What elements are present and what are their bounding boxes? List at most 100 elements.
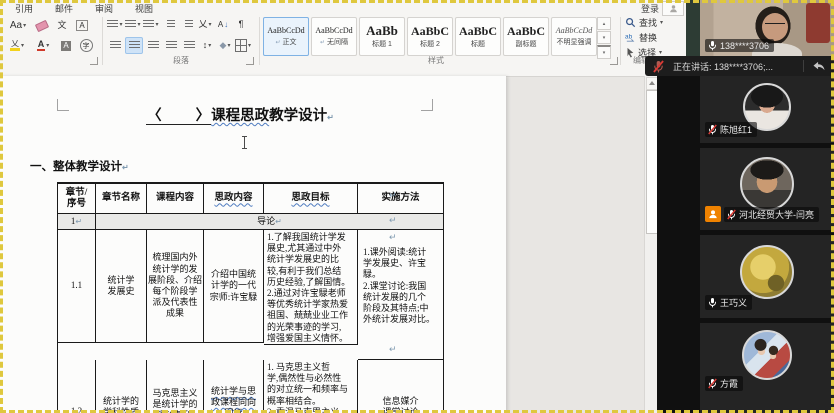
tab-mailings[interactable]: 邮件 bbox=[44, 0, 84, 17]
highlight-button[interactable]: 乂▾ bbox=[6, 38, 28, 53]
section-heading: 一、整体教学设计↵ bbox=[30, 158, 129, 174]
enclose-char-button[interactable]: 字 bbox=[78, 38, 94, 53]
change-case-button[interactable]: Aa▾ bbox=[6, 18, 30, 33]
header-cell: 思政目标 bbox=[264, 184, 358, 214]
table-row: 1.1 统计学 发展史 梳理国内外 统计学的发 展阶段、介绍 每个阶段学 派及代… bbox=[58, 230, 444, 360]
cell-methods: 信息媒介 课堂讨论 bbox=[358, 360, 444, 413]
increase-indent-button[interactable] bbox=[179, 17, 195, 32]
participant-name-chip: 陈旭红1 bbox=[705, 122, 757, 137]
bullet-list-button[interactable]: ▾ bbox=[107, 17, 123, 32]
participant-tile[interactable]: 河北经贸大学-闫亮 bbox=[700, 148, 834, 230]
header-cell: 实施方法 bbox=[358, 184, 444, 214]
styles-dialog-launcher[interactable] bbox=[610, 57, 618, 65]
document-title: 〈〉课程思政教学设计↵ bbox=[0, 104, 480, 125]
cell-content: 梳理国内外 统计学的发 展阶段、介绍 每个阶段学 派及代表性 成果 bbox=[147, 230, 204, 343]
header-cell: 课程内容 bbox=[147, 184, 204, 214]
tab-view[interactable]: 视图 bbox=[124, 0, 164, 17]
style-normal[interactable]: AaBbCcDd ↵ 正文 bbox=[263, 17, 309, 56]
cell-goals: 1.了解我国统计学发 展史,尤其通过中外 统计学发展史的比 较,有利于我们总结 … bbox=[264, 230, 358, 345]
row-end-mark: ↵ bbox=[389, 190, 397, 201]
border-grid-icon bbox=[235, 39, 247, 52]
cell-ideology: 统计学与思 政课程同向 同行 bbox=[204, 360, 264, 413]
participant-name-chip: 王巧义 bbox=[705, 295, 752, 310]
speaking-indicator bbox=[705, 206, 721, 222]
distribute-button[interactable] bbox=[181, 38, 197, 53]
styles-scroll-up[interactable]: ▴ bbox=[597, 17, 611, 30]
cell-id: 1.2 bbox=[58, 360, 96, 413]
styles-group-label: 样式 bbox=[260, 55, 612, 66]
document-page[interactable]: 〈〉课程思政教学设计↵ 一、整体教学设计↵ 章节/ 序号 章节名称 课程内容 思… bbox=[0, 76, 506, 413]
styles-scroll-down[interactable]: ▾ bbox=[597, 31, 611, 44]
participant-tile[interactable]: 方霞 bbox=[700, 323, 834, 413]
paragraph-row1: ▾ ▾ ▾ 乂▾ A↓ ¶ bbox=[107, 17, 249, 32]
person-icon bbox=[708, 209, 718, 219]
cell-ideology: 介绍中国统 计学的一代 宗师:许宝騄 bbox=[204, 230, 264, 343]
table-header-row: 章节/ 序号 章节名称 课程内容 思政内容 思政目标 实施方法 bbox=[58, 184, 444, 214]
char-border-button[interactable]: A bbox=[74, 18, 90, 33]
participant-tile[interactable]: 王巧义 bbox=[700, 235, 834, 318]
background-object bbox=[806, 3, 830, 43]
borders-button[interactable]: ▾ bbox=[235, 38, 251, 53]
decrease-indent-button[interactable] bbox=[161, 17, 177, 32]
style-heading1[interactable]: AaBb 标题 1 bbox=[359, 17, 405, 56]
mic-muted-icon bbox=[708, 378, 717, 389]
video-tile-speaker[interactable]: 138****3706 bbox=[700, 0, 834, 57]
style-no-spacing[interactable]: AaBbCcDd ↵ 无间隔 bbox=[311, 17, 357, 56]
course-design-table[interactable]: 章节/ 序号 章节名称 课程内容 思政内容 思政目标 实施方法 1↵ 导论↵ 1… bbox=[57, 182, 444, 413]
cell-content: 马克思主义 是统计学的 理论基础 bbox=[147, 360, 204, 413]
style-subtle-emphasis[interactable]: AaBbCcDd 不明显强调 bbox=[551, 17, 597, 56]
cell-name: 统计学的 学科性质 bbox=[96, 360, 147, 413]
styles-gallery: AaBbCcDd ↵ 正文 AaBbCcDd ↵ 无间隔 AaBb 标题 1 A… bbox=[263, 17, 597, 56]
char-shading-button[interactable]: A bbox=[58, 38, 74, 53]
glasses bbox=[765, 23, 785, 28]
word-window: 引用 邮件 审阅 视图 登录 Aa▾ 文 A 乂▾ A▾ A 字 bbox=[0, 0, 686, 413]
vertical-scrollbar[interactable] bbox=[644, 76, 658, 413]
align-right-button[interactable] bbox=[145, 38, 161, 53]
font-dialog-launcher[interactable] bbox=[90, 57, 98, 65]
paragraph-dialog-launcher[interactable] bbox=[246, 57, 254, 65]
mic-on-icon bbox=[708, 297, 717, 308]
screen-share-view: 引用 邮件 审阅 视图 登录 Aa▾ 文 A 乂▾ A▾ A 字 bbox=[0, 0, 834, 413]
clear-format-button[interactable] bbox=[34, 18, 50, 33]
text-cursor bbox=[240, 136, 249, 149]
divider bbox=[803, 60, 804, 72]
align-left-button[interactable] bbox=[107, 38, 123, 53]
style-title[interactable]: AaBbC 标题 bbox=[455, 17, 501, 56]
participant-tile[interactable]: 陈旭红1 bbox=[700, 76, 834, 143]
ribbon: 引用 邮件 审阅 视图 登录 Aa▾ 文 A 乂▾ A▾ A 字 bbox=[0, 0, 686, 77]
style-subtitle[interactable]: AaBbC 副标题 bbox=[503, 17, 549, 56]
replace-button[interactable]: ab 替换 bbox=[625, 31, 657, 44]
tab-review[interactable]: 审阅 bbox=[84, 0, 124, 17]
row-end-mark: ↵ bbox=[389, 232, 397, 243]
justify-button[interactable] bbox=[163, 38, 179, 53]
title-brackets: 〈〉 bbox=[146, 108, 211, 125]
show-marks-button[interactable]: ¶ bbox=[233, 17, 249, 32]
mic-on-icon bbox=[708, 40, 717, 51]
cell-id: 1.1 bbox=[58, 230, 96, 343]
row-end-mark: ↵ bbox=[389, 215, 397, 226]
line-spacing-button[interactable]: ↕▾ bbox=[199, 38, 215, 53]
avatar bbox=[740, 245, 794, 299]
eraser-icon bbox=[35, 19, 49, 31]
number-list-button[interactable]: ▾ bbox=[125, 17, 141, 32]
multilevel-list-button[interactable]: ▾ bbox=[143, 17, 159, 32]
avatar bbox=[740, 157, 794, 211]
style-heading2[interactable]: AaBbC 标题 2 bbox=[407, 17, 453, 56]
phonetic-guide-button[interactable]: 文 bbox=[54, 18, 70, 33]
avatar bbox=[742, 330, 792, 380]
mic-muted-icon bbox=[727, 209, 736, 220]
paragraph-row2: ↕▾ ◆▾ ▾ bbox=[107, 37, 251, 54]
cell-goals: 1. 马克思主义哲 学,偶然性与必然性 的对立统一和频率与 概率相结合。 2. … bbox=[264, 360, 358, 413]
shading-button[interactable]: ◆▾ bbox=[217, 38, 233, 53]
header-cell: 章节/ 序号 bbox=[58, 184, 96, 214]
cell-name: 统计学 发展史 bbox=[96, 230, 147, 343]
asian-layout-button[interactable]: 乂▾ bbox=[197, 17, 213, 32]
sort-button[interactable]: A↓ bbox=[215, 17, 231, 32]
reply-arrow-icon[interactable] bbox=[812, 61, 826, 72]
search-icon bbox=[625, 17, 636, 28]
font-tools-row2: 乂▾ A▾ A 字 bbox=[6, 38, 94, 53]
font-color-button[interactable]: A▾ bbox=[32, 38, 54, 53]
paragraph-group-label: 段落 bbox=[104, 55, 258, 66]
align-center-button[interactable] bbox=[125, 37, 143, 54]
tab-references[interactable]: 引用 bbox=[4, 0, 44, 17]
